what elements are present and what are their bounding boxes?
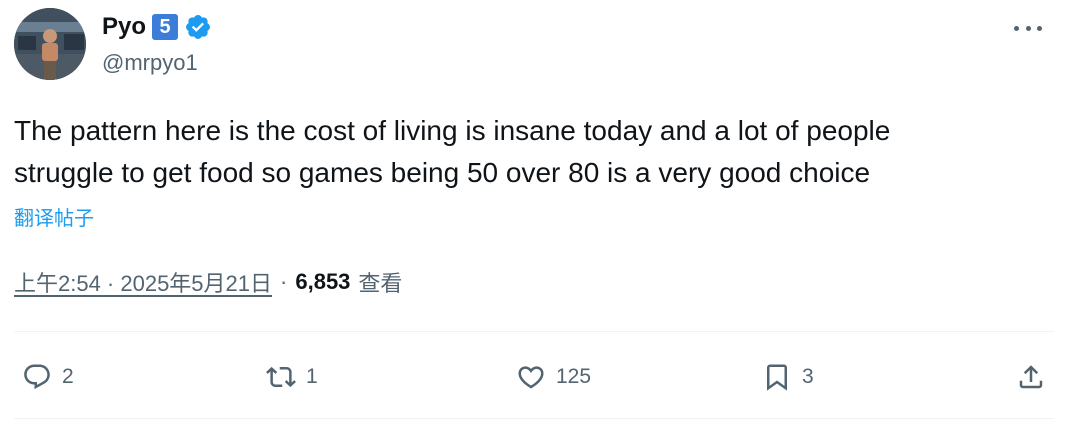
like-count: 125 (556, 365, 592, 388)
tweet-text-line-1: The pattern here is the cost of living i… (14, 115, 891, 146)
tweet-meta: 上午2:54 · 2025年5月21日 · 6,853 查看 (14, 266, 402, 298)
avatar[interactable] (14, 8, 86, 80)
bookmark-button[interactable]: 3 (762, 352, 814, 402)
verified-badge-icon (186, 15, 210, 39)
author-display-name[interactable]: Pyo (102, 13, 146, 41)
reply-count: 2 (62, 365, 74, 388)
share-button[interactable] (1016, 352, 1046, 402)
share-icon (1019, 365, 1043, 389)
like-button[interactable]: 125 (516, 352, 591, 402)
views-count: 6,853 (295, 269, 351, 294)
translate-post-link[interactable]: 翻译帖子 (14, 202, 94, 231)
repost-icon (266, 366, 296, 388)
divider-bottom (14, 418, 1054, 419)
meta-separator: · (280, 269, 288, 294)
bookmark-count: 3 (802, 365, 814, 388)
views-label: 查看 (358, 271, 403, 296)
heart-icon (518, 366, 544, 389)
action-bar: 2 1 125 3 (14, 352, 1054, 402)
reply-icon (24, 364, 50, 390)
divider-top (14, 331, 1054, 332)
author-name-row: Pyo 5 (102, 10, 212, 44)
timestamp-link[interactable]: 上午2:54 · 2025年5月21日 (14, 266, 272, 298)
repost-count: 1 (306, 365, 318, 388)
bookmark-icon (767, 364, 787, 391)
repost-button[interactable]: 1 (266, 352, 318, 402)
avatar-image (14, 8, 86, 80)
more-options-icon[interactable] (1014, 18, 1042, 38)
reply-button[interactable]: 2 (22, 352, 74, 402)
affiliate-badge: 5 (152, 14, 179, 40)
tweet-text-line-2: struggle to get food so games being 50 o… (14, 157, 871, 188)
tweet-text: The pattern here is the cost of living i… (14, 110, 1054, 194)
author-handle[interactable]: @mrpyo1 (102, 50, 198, 76)
